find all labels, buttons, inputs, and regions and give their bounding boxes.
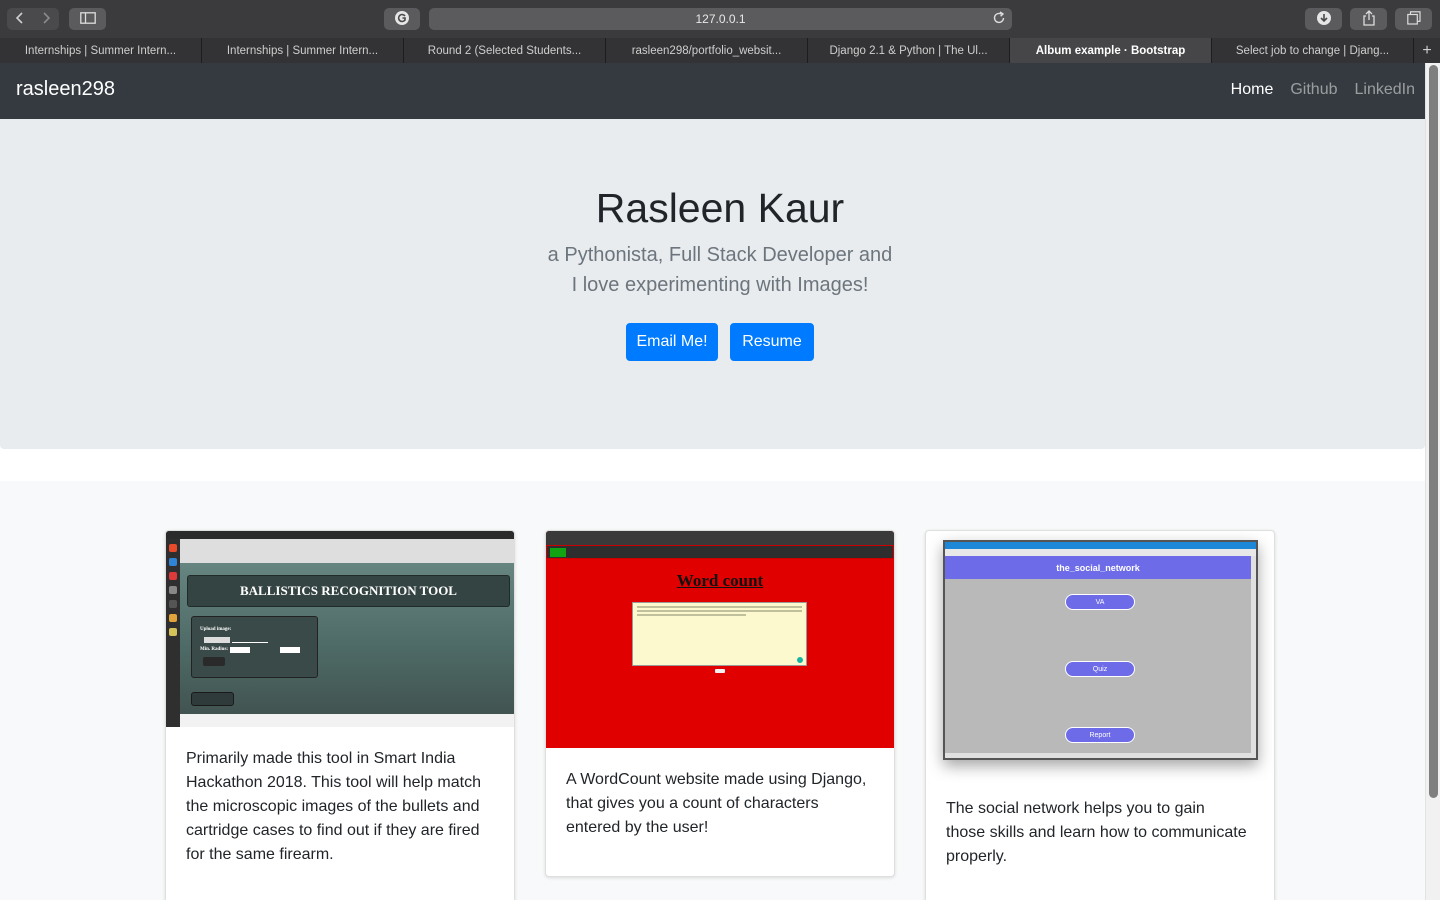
thumbnail-os-bar <box>166 531 514 539</box>
sidebar-icon <box>79 11 96 27</box>
thumbnail-window-titlebar <box>945 542 1256 549</box>
thumbnail-upload-form: Upload image: Min. Radius: <box>191 616 318 678</box>
description-line: that gives you a count of characters <box>566 795 819 812</box>
projects-album: BALLISTICS RECOGNITION TOOL Upload image… <box>0 481 1425 900</box>
nav-link-linkedin[interactable]: LinkedIn <box>1355 81 1416 99</box>
browser-tab[interactable]: Internships | Summer Intern... <box>202 38 404 63</box>
site-navbar: rasleen298 Home Github LinkedIn <box>0 63 1425 119</box>
reload-icon[interactable] <box>992 10 1006 29</box>
email-me-button[interactable]: Email Me! <box>626 323 718 361</box>
navbar-brand[interactable]: rasleen298 <box>16 78 115 101</box>
thumbnail-hscroll <box>945 753 1256 758</box>
description-line: The social network helps you to gain <box>946 800 1205 817</box>
thumbnail-report-button: Report <box>1065 727 1135 743</box>
address-bar[interactable]: 127.0.0.1 <box>429 8 1012 30</box>
description-line: properly. <box>946 848 1008 865</box>
description-line: A WordCount website made using Django, <box>566 771 867 788</box>
back-arrow-icon[interactable] <box>13 10 27 29</box>
project-description: Primarily made this tool in Smart India … <box>186 747 481 867</box>
url-text: 127.0.0.1 <box>695 12 746 26</box>
browser-tab[interactable]: rasleen298/portfolio_websit... <box>606 38 808 63</box>
share-button[interactable] <box>1350 8 1387 30</box>
project-description: A WordCount website made using Django, t… <box>566 768 866 840</box>
thumbnail-quiz-button: Quiz <box>1065 661 1135 677</box>
thumbnail-menubar <box>945 549 1256 556</box>
navbar-links: Home Github LinkedIn <box>1231 81 1415 99</box>
nav-link-github[interactable]: Github <box>1290 81 1337 99</box>
thumbnail-view-database-button <box>191 692 234 706</box>
thumbnail-textarea <box>632 602 807 666</box>
thumbnail-submit-button <box>715 669 725 673</box>
thumbnail-resize-dot <box>797 657 803 663</box>
project-card-ballistics[interactable]: BALLISTICS RECOGNITION TOOL Upload image… <box>165 530 515 900</box>
thumbnail-download-bar <box>180 714 514 727</box>
hero-jumbotron: Rasleen Kaur a Pythonista, Full Stack De… <box>0 119 1425 449</box>
thumbnail-browser-chrome <box>546 531 894 545</box>
thumbnail-title: BALLISTICS RECOGNITION TOOL <box>187 575 510 607</box>
thumbnail-title: Word count <box>676 571 764 590</box>
description-line: those skills and learn how to communicat… <box>946 824 1247 841</box>
scrollbar-thumb[interactable] <box>1429 65 1438 798</box>
thumbnail-va-button: VA <box>1065 594 1135 610</box>
extension-button[interactable] <box>384 8 420 30</box>
thumbnail-dock <box>166 539 180 727</box>
tab-bar: Internships | Summer Intern... Internshi… <box>0 38 1440 63</box>
browser-tab[interactable]: Internships | Summer Intern... <box>0 38 202 63</box>
description-line: entered by the user! <box>566 819 709 836</box>
download-icon <box>1316 10 1332 29</box>
project-card-social-network[interactable]: the_social_network VA Quiz Report The so… <box>925 530 1275 900</box>
description-line: Hackathon 2018. This tool will help matc… <box>186 774 481 791</box>
project-thumbnail[interactable]: Word count <box>546 531 894 748</box>
thumbnail-vscroll <box>1251 556 1256 756</box>
thumbnail-upload-button <box>203 657 225 666</box>
project-description: The social network helps you to gain tho… <box>946 797 1247 869</box>
description-line: cartridge cases to find out if they are … <box>186 822 480 839</box>
sidebar-toggle-button[interactable] <box>69 8 106 30</box>
page-viewport: rasleen298 Home Github LinkedIn Rasleen … <box>0 63 1425 900</box>
description-line: for the same firearm. <box>186 846 334 863</box>
tabs-overview-icon <box>1406 10 1421 28</box>
browser-tab[interactable]: Round 2 (Selected Students... <box>404 38 606 63</box>
browser-toolbar: 127.0.0.1 <box>0 0 1440 38</box>
project-thumbnail[interactable]: the_social_network VA Quiz Report <box>943 540 1258 760</box>
hero-tagline-line: a Pythonista, Full Stack Developer and <box>547 244 893 266</box>
browser-tab[interactable]: Select job to change | Djang... <box>1212 38 1414 63</box>
hero-tagline: a Pythonista, Full Stack Developer and I… <box>0 240 1425 300</box>
thumbnail-browser-chrome <box>180 539 514 563</box>
forward-arrow-icon[interactable] <box>39 10 53 29</box>
page-scrollbar[interactable] <box>1425 63 1440 900</box>
thumbnail-navbar <box>546 545 894 559</box>
project-card-wordcount[interactable]: Word count A WordCount website made usin… <box>545 530 895 877</box>
browser-tab-active[interactable]: Album example · Bootstrap <box>1010 38 1212 63</box>
thumbnail-title: the_social_network <box>945 556 1251 579</box>
description-line: Primarily made this tool in Smart India <box>186 750 456 767</box>
project-thumbnail[interactable]: BALLISTICS RECOGNITION TOOL Upload image… <box>166 531 514 727</box>
share-icon <box>1362 9 1376 29</box>
tab-overview-button[interactable] <box>1395 8 1432 30</box>
hero-tagline-line: I love experimenting with Images! <box>571 274 869 296</box>
new-tab-plus-icon[interactable]: + <box>1414 38 1440 63</box>
browser-tab[interactable]: Django 2.1 & Python | The Ul... <box>808 38 1010 63</box>
resume-button[interactable]: Resume <box>730 323 814 361</box>
hero-name: Rasleen Kaur <box>595 185 845 231</box>
description-line: the microscopic images of the bullets an… <box>186 798 480 815</box>
downloads-button[interactable] <box>1305 8 1342 30</box>
history-nav-group <box>7 8 59 30</box>
grammarly-icon <box>394 10 410 29</box>
nav-link-home[interactable]: Home <box>1231 81 1274 99</box>
